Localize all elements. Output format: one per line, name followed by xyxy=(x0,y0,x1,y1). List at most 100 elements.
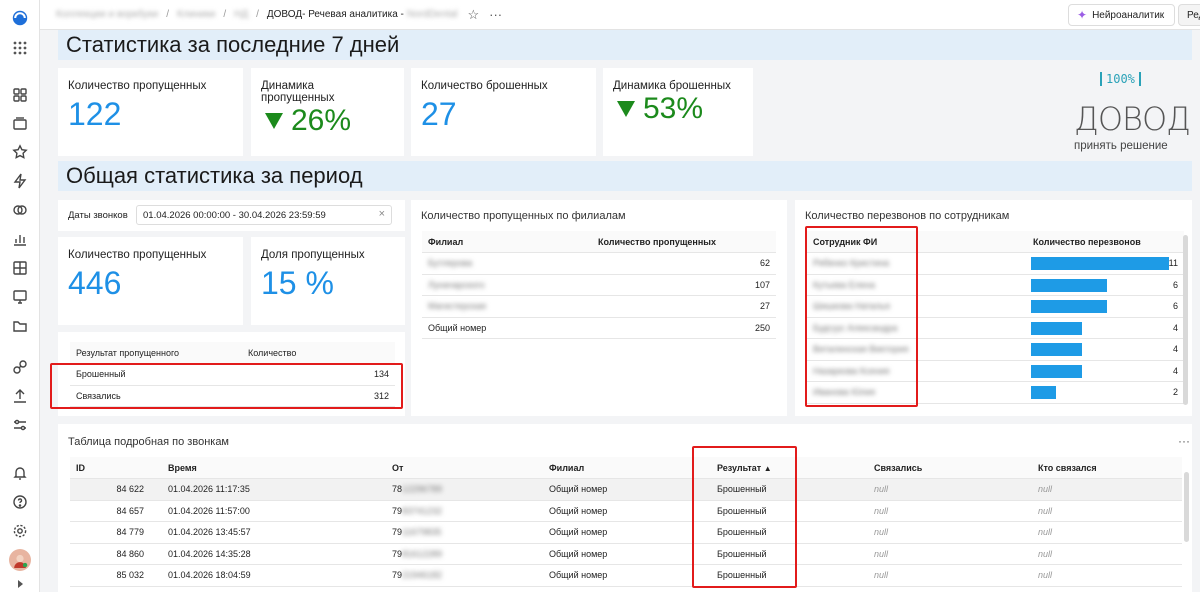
phone-blurred: 12296789 xyxy=(402,484,443,495)
breadcrumb-separator: / xyxy=(166,9,169,20)
column-header[interactable]: Время xyxy=(162,457,386,479)
column-header[interactable]: От xyxy=(386,457,543,479)
folder-icon[interactable] xyxy=(10,316,30,336)
dovod-logo: 100% ДОВОД принять решение xyxy=(1070,72,1191,154)
column-header[interactable]: Количество перезвонов xyxy=(1027,231,1184,253)
column-header[interactable]: Связались xyxy=(868,457,1032,479)
monitor-icon[interactable] xyxy=(10,287,30,307)
table-row[interactable]: Общий номер 250 xyxy=(422,317,776,339)
phone-cell: 7921946182 xyxy=(386,564,543,587)
chart-icon[interactable] xyxy=(10,229,30,249)
scrollbar[interactable] xyxy=(1184,472,1189,542)
cell: 62 xyxy=(592,252,776,275)
help-icon[interactable] xyxy=(10,492,30,512)
table-row[interactable]: Будгуус Александра 4 xyxy=(807,317,1184,339)
panel-more-icon[interactable]: ··· xyxy=(1178,434,1190,448)
table-icon[interactable] xyxy=(10,258,30,278)
bell-icon[interactable] xyxy=(10,463,30,483)
kpi-value: 53% xyxy=(643,92,704,125)
app-logo-icon[interactable] xyxy=(10,8,30,28)
employee-name: Иванова Юлия xyxy=(807,381,1027,404)
expand-rail-icon[interactable] xyxy=(10,578,30,590)
logo-tagline: принять решение xyxy=(1074,140,1168,152)
cell: Связались xyxy=(70,385,242,407)
neuroanalyst-button[interactable]: ✦ Нейроаналитик xyxy=(1068,4,1176,26)
connections-icon[interactable] xyxy=(10,200,30,220)
panel-title: Таблица подробная по звонкам xyxy=(68,436,229,448)
kpi-label: Количество брошенных xyxy=(421,80,548,92)
cell: 250 xyxy=(592,317,776,339)
column-header-sorted[interactable]: Результат ▲ xyxy=(711,457,868,479)
table-row[interactable]: 84 860 01.04.2026 14:35:28 7981612289 Общий… xyxy=(70,543,1182,565)
upload-icon[interactable] xyxy=(10,386,30,406)
phone-blurred: 83741232 xyxy=(402,505,443,516)
more-menu-icon[interactable]: ··· xyxy=(489,7,502,22)
table-row[interactable]: Луначарского 107 xyxy=(422,274,776,296)
id-cell: 85 032 xyxy=(70,564,162,587)
gear-icon[interactable] xyxy=(10,521,30,541)
kpi-value: 122 xyxy=(68,96,122,132)
column-header[interactable]: Филиал xyxy=(422,231,592,253)
result-panel: Результат пропущенного Количество Брошен… xyxy=(58,332,405,416)
breadcrumb-collections[interactable]: Коллекции и воркбуки xyxy=(56,9,158,20)
table-row[interactable]: 84 622 01.04.2026 11:17:35 7812296789 Общий… xyxy=(70,478,1182,501)
date-range-input[interactable]: 01.04.2026 00:00:00 - 30.04.2026 23:59:5… xyxy=(136,205,392,225)
id-cell: 84 860 xyxy=(70,543,162,565)
result-cell: Брошенный xyxy=(711,500,868,522)
dashboard-icon[interactable] xyxy=(10,85,30,105)
table-row[interactable]: Назаркова Ксения 4 xyxy=(807,360,1184,382)
cell: Общий номер xyxy=(422,317,592,339)
column-header[interactable]: Количество пропущенных xyxy=(592,231,776,253)
table-row[interactable]: 84 779 01.04.2026 13:45:57 7911679835 Общий… xyxy=(70,521,1182,544)
callback-bar xyxy=(1031,300,1107,313)
table-row[interactable]: Виталинская Виктория 4 xyxy=(807,338,1184,361)
table-row[interactable]: 85 032 01.04.2026 18:04:59 7921946182 Общий… xyxy=(70,564,1182,587)
table-row[interactable]: Связались 312 xyxy=(70,385,395,407)
edit-button[interactable]: Редактировать xyxy=(1178,4,1200,26)
who-contacted-cell: null xyxy=(1032,564,1182,587)
lightning-icon[interactable] xyxy=(10,171,30,191)
who-contacted-cell: null xyxy=(1032,478,1182,501)
column-header[interactable]: ID xyxy=(70,457,162,479)
apps-grid-icon[interactable] xyxy=(10,38,30,58)
down-triangle-icon xyxy=(617,101,635,117)
column-header[interactable]: Результат пропущенного xyxy=(70,342,242,364)
employee-name: Виталинская Виктория xyxy=(807,338,1027,361)
callback-bar-cell: 6 xyxy=(1027,295,1184,318)
table-row[interactable]: Иванова Юлия 2 xyxy=(807,381,1184,404)
avatar[interactable] xyxy=(9,549,31,571)
column-header[interactable]: Количество xyxy=(242,342,395,364)
favorite-star-icon[interactable]: ☆ xyxy=(467,7,479,23)
employee-name: Будгуус Александра xyxy=(807,317,1027,339)
integrations-icon[interactable] xyxy=(10,357,30,377)
callback-value: 6 xyxy=(1172,279,1178,290)
clear-icon[interactable]: × xyxy=(379,208,385,220)
phone-prefix: 79 xyxy=(392,505,403,516)
table-row[interactable]: Шишкова Наталья 6 xyxy=(807,295,1184,318)
phone-prefix: 79 xyxy=(392,570,403,581)
scrollbar[interactable] xyxy=(1183,235,1188,405)
settings-sliders-icon[interactable] xyxy=(10,415,30,435)
cell: 107 xyxy=(592,274,776,296)
table-row[interactable]: Брошенный 134 xyxy=(70,363,395,386)
column-header[interactable]: Кто связался xyxy=(1032,457,1182,479)
collections-icon[interactable] xyxy=(10,114,30,134)
kpi-missed-week: Количество пропущенных 122 xyxy=(58,68,243,156)
table-row[interactable]: Кутьева Елена 6 xyxy=(807,274,1184,296)
neuroanalyst-label: Нейроаналитик xyxy=(1092,9,1165,21)
kpi-value: 15 % xyxy=(261,265,334,301)
table-row[interactable]: Бутлерова 62 xyxy=(422,252,776,275)
star-icon[interactable] xyxy=(10,142,30,162)
table-header: Результат пропущенного Количество xyxy=(70,342,395,364)
time-cell: 01.04.2026 18:04:59 xyxy=(162,564,386,587)
breadcrumb-clinics[interactable]: Клиники xyxy=(177,9,215,20)
table-row[interactable]: Рябенко Кристина 11 xyxy=(807,252,1184,275)
table-row[interactable]: Магистерская 27 xyxy=(422,295,776,318)
table-row[interactable]: 84 657 01.04.2026 11:57:00 7983741232 Общий… xyxy=(70,500,1182,522)
breadcrumb-nd[interactable]: НД xyxy=(234,9,248,20)
who-contacted-cell: null xyxy=(1032,543,1182,565)
column-header[interactable]: Сотрудник ФИ xyxy=(807,231,1027,253)
callback-value: 4 xyxy=(1172,365,1178,376)
phone-blurred: 81612289 xyxy=(402,548,443,559)
column-header[interactable]: Филиал xyxy=(543,457,711,479)
